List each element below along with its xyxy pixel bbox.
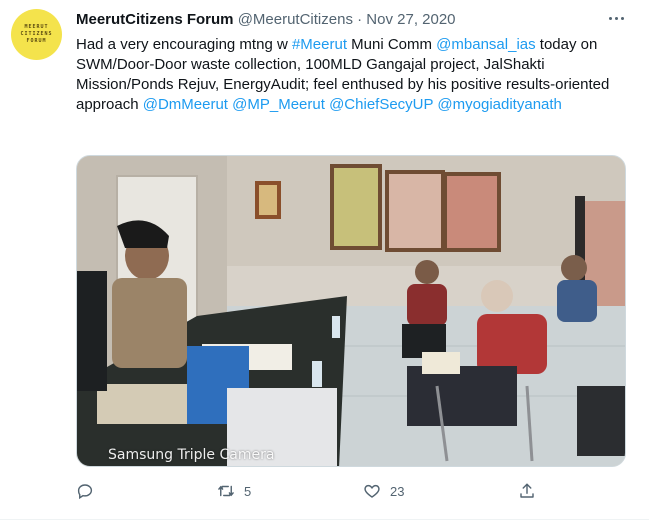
like-count: 23: [390, 483, 405, 499]
tweet-text: Had a very encouraging mtng w #Meerut Mu…: [76, 35, 636, 115]
reply-button[interactable]: [76, 478, 94, 504]
avatar-text-line: CITIZENS: [20, 31, 53, 37]
retweet-icon: [218, 485, 234, 497]
separator-dot: ·: [357, 11, 363, 28]
avatar[interactable]: MEERUT CITIZENS FORUM: [11, 9, 62, 60]
tweet-photo[interactable]: Samsung Triple Camera: [76, 155, 626, 467]
meeting-room-photo: [77, 156, 625, 466]
tweet-text-link[interactable]: @mbansal_ias: [436, 36, 535, 53]
tweet-text-link[interactable]: @myogiadityanath: [437, 96, 561, 113]
heart-icon: [364, 484, 380, 498]
tweet-card[interactable]: MEERUT CITIZENS FORUM MeerutCitizens For…: [0, 0, 649, 520]
tweet-text-segment: Had a very encouraging mtng w: [76, 36, 292, 53]
tweet-actions: 5 23: [76, 478, 546, 504]
tweet-text-link[interactable]: @ChiefSecyUP: [329, 96, 433, 113]
retweet-count: 5: [244, 483, 252, 499]
tweet-text-link[interactable]: @MP_Meerut: [232, 96, 325, 113]
share-icon: [520, 483, 534, 498]
avatar-text-line: FORUM: [26, 38, 47, 44]
tweet-text-segment: Muni Comm: [346, 36, 437, 53]
tweet-text-link[interactable]: @DmMeerut: [143, 96, 228, 113]
like-button[interactable]: 23: [362, 478, 404, 504]
tweet-text-link[interactable]: #Meerut: [292, 36, 347, 53]
retweet-button[interactable]: 5: [216, 478, 251, 504]
avatar-text-line: MEERUT: [24, 24, 49, 30]
author-handle[interactable]: @MeerutCitizens: [238, 11, 353, 28]
share-button[interactable]: [518, 478, 536, 504]
tweet-date[interactable]: Nov 27, 2020: [366, 11, 455, 28]
tweet-header: MeerutCitizens Forum @MeerutCitizens · N…: [76, 10, 456, 30]
author-name[interactable]: MeerutCitizens Forum: [76, 11, 234, 28]
photo-watermark: Samsung Triple Camera: [108, 447, 275, 463]
more-options-icon[interactable]: [603, 8, 629, 28]
reply-icon: [77, 484, 93, 500]
